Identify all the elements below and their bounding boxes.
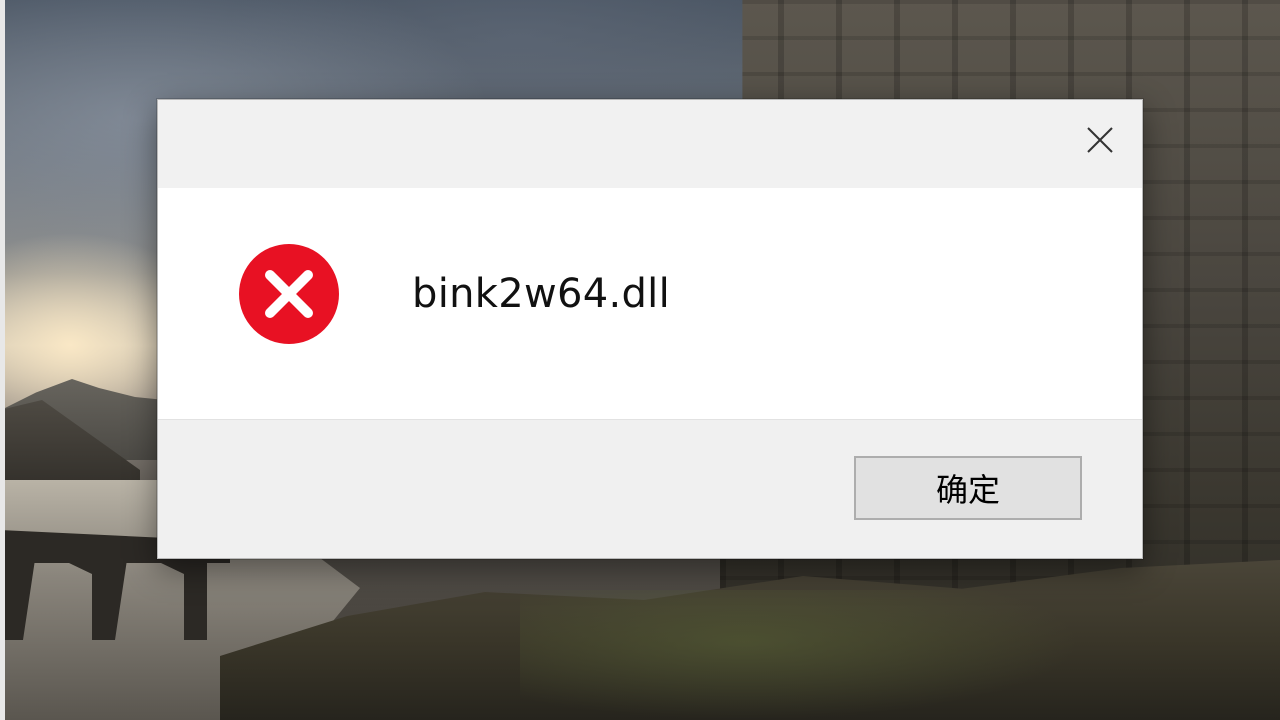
wallpaper-greenery	[520, 590, 1080, 720]
ok-button[interactable]: 确定	[854, 456, 1082, 520]
error-icon	[238, 243, 340, 345]
error-message: bink2w64.dll	[412, 271, 671, 317]
dialog-content: bink2w64.dll	[158, 188, 1142, 420]
close-icon	[1087, 127, 1113, 153]
dialog-titlebar[interactable]	[158, 100, 1142, 188]
window-edge	[0, 0, 5, 720]
dialog-footer: 确定	[158, 420, 1142, 558]
close-button[interactable]	[1078, 118, 1122, 162]
error-dialog: bink2w64.dll 确定	[157, 99, 1143, 559]
